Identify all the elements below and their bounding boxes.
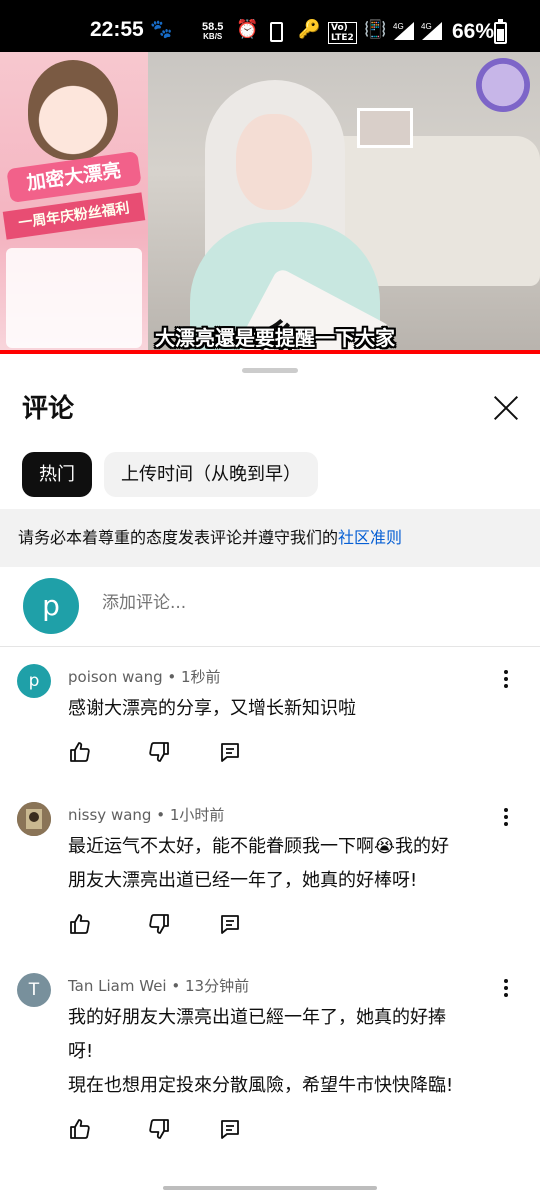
chip-top[interactable]: 热门 [22, 452, 92, 497]
comment-item: T Tan Liam Wei • 13分钟前 我的好朋友大漂亮出道已經一年了，她… [0, 973, 540, 1153]
battery-icon [494, 19, 507, 44]
video-player[interactable]: 你 加密大漂亮 一周年庆粉丝福利 大漂亮還是要提醒一下大家 [0, 52, 540, 354]
dislike-icon[interactable] [147, 912, 171, 936]
channel-logo [476, 58, 530, 112]
drag-handle[interactable] [242, 368, 298, 373]
alarm-icon: ⏰ [236, 19, 259, 40]
net-speed-unit: KB/S [203, 32, 223, 41]
comment-meta: Tan Liam Wei • 13分钟前 [68, 977, 250, 995]
dislike-icon[interactable] [147, 740, 171, 764]
comment-line: 呀! [68, 1041, 94, 1062]
comment-author[interactable]: nissy wang [68, 806, 151, 824]
comment-line: 感谢大漂亮的分享，又增长新知识啦 [68, 698, 356, 719]
avatar[interactable]: p [17, 664, 51, 698]
phone-icon [270, 22, 283, 42]
pets-icon: 🐾 [150, 19, 173, 40]
notice-text: 请务必本着尊重的态度发表评论并遵守我们的 [18, 528, 339, 547]
signal-4g-icon: 4G [420, 20, 444, 45]
community-guidelines-link[interactable]: 社区准则 [338, 528, 402, 547]
comment-line: 我的好朋友大漂亮出道已經一年了，她真的好捧 [68, 1007, 446, 1028]
comment-time: 13分钟前 [184, 977, 250, 995]
svg-text:4G: 4G [421, 22, 432, 31]
add-comment-row: p [0, 567, 540, 647]
sheet-title: 评论 [22, 394, 75, 424]
comment-time: 1小时前 [169, 806, 225, 824]
like-icon[interactable] [68, 1117, 92, 1141]
comment-line: 現在也想用定投來分散風險，希望牛市快快降臨! [68, 1075, 454, 1096]
wall-picture [357, 108, 413, 148]
comment-time: 1秒前 [181, 668, 221, 686]
reply-icon[interactable] [218, 740, 242, 764]
status-bar: 22:55 🐾 58.5 KB/S ⏰ 🔑 Vo) LTE2 📳 4G 4G 66… [0, 0, 540, 56]
vibrate-icon: 📳 [364, 19, 387, 40]
community-notice: 请务必本着尊重的态度发表评论并遵守我们的社区准则 [0, 509, 540, 567]
comment-line: 朋友大漂亮出道已经一年了，她真的好棒呀! [68, 870, 418, 891]
comment-author[interactable]: poison wang [68, 668, 163, 686]
status-time: 22:55 [90, 18, 144, 41]
gesture-nav-bar[interactable] [163, 1186, 377, 1190]
close-icon[interactable] [488, 390, 524, 426]
avatar-image [17, 802, 51, 836]
svg-text:4G: 4G [393, 22, 404, 31]
reply-icon[interactable] [218, 1117, 242, 1141]
poster-details [6, 248, 142, 348]
comment-meta: nissy wang • 1小时前 [68, 806, 225, 824]
more-vert-icon[interactable] [496, 668, 516, 692]
reply-icon[interactable] [218, 912, 242, 936]
dislike-icon[interactable] [147, 1117, 171, 1141]
net-speed: 58.5 KB/S [202, 22, 223, 42]
comments-sheet: 评论 热门 上传时间（从晚到早） 请务必本着尊重的态度发表评论并遵守我们的社区准… [0, 356, 540, 1200]
promo-poster: 加密大漂亮 一周年庆粉丝福利 [0, 52, 148, 354]
sort-chips: 热门 上传时间（从晚到早） [22, 452, 318, 497]
presenter-face [236, 114, 312, 210]
comment-item: nissy wang • 1小时前 最近运气不太好，能不能眷顾我一下啊😭我的好 … [0, 802, 540, 952]
more-vert-icon[interactable] [496, 806, 516, 830]
key-icon: 🔑 [298, 19, 321, 40]
comment-line: 最近运气不太好，能不能眷顾我一下啊😭我的好 [68, 836, 450, 857]
signal-4g-icon: 4G [392, 20, 416, 45]
chip-newest[interactable]: 上传时间（从晚到早） [104, 452, 318, 497]
avatar[interactable]: T [17, 973, 51, 1007]
comment-author[interactable]: Tan Liam Wei [68, 977, 167, 995]
avatar[interactable] [17, 802, 51, 836]
battery-fill [497, 29, 504, 41]
like-icon[interactable] [68, 912, 92, 936]
volte-icon: Vo) LTE2 [328, 22, 357, 44]
net-speed-value: 58.5 [202, 21, 224, 33]
battery-percent: 66% [452, 20, 495, 43]
comment-meta: poison wang • 1秒前 [68, 668, 221, 686]
comment-item: p poison wang • 1秒前 感谢大漂亮的分享，又增长新知识啦 [0, 664, 540, 784]
comment-text: 我的好朋友大漂亮出道已經一年了，她真的好捧 呀! 現在也想用定投來分散風險，希望… [68, 1001, 488, 1103]
poster-character [28, 60, 118, 160]
add-comment-input[interactable] [102, 593, 502, 613]
comment-text: 感谢大漂亮的分享，又增长新知识啦 [68, 692, 488, 726]
more-vert-icon[interactable] [496, 977, 516, 1001]
like-icon[interactable] [68, 740, 92, 764]
video-progress-bar[interactable] [0, 350, 540, 354]
avatar: p [23, 578, 79, 634]
video-subtitle: 大漂亮還是要提醒一下大家 [155, 326, 395, 350]
comment-text: 最近运气不太好，能不能眷顾我一下啊😭我的好 朋友大漂亮出道已经一年了，她真的好棒… [68, 830, 488, 898]
